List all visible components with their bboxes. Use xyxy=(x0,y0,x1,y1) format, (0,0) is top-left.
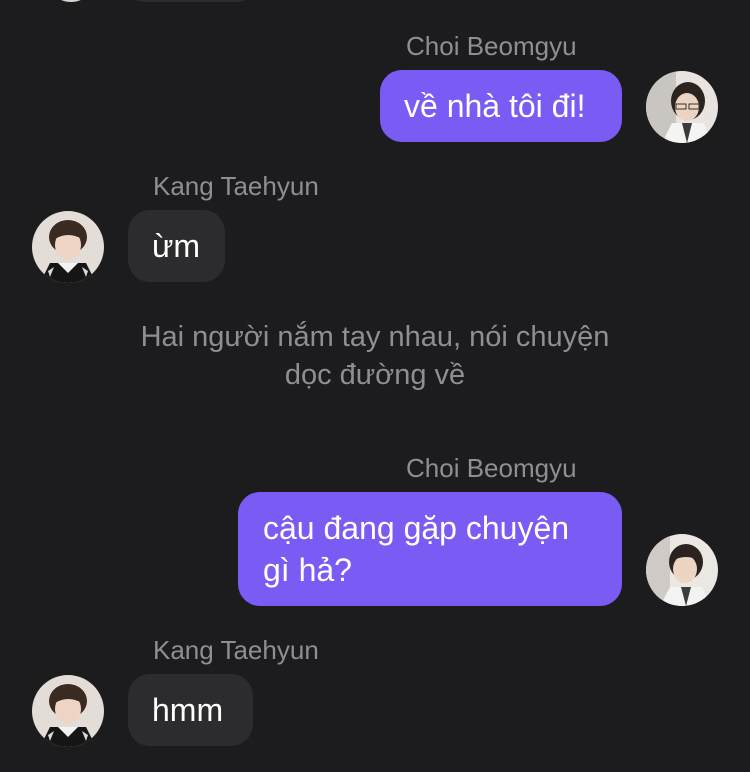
avatar[interactable] xyxy=(32,211,104,283)
profile-photo-avatar-icon xyxy=(32,675,104,747)
message-text: về nhà tôi đi! xyxy=(404,88,586,124)
profile-photo-avatar-icon xyxy=(646,534,718,606)
avatar[interactable] xyxy=(32,675,104,747)
incoming-message-bubble[interactable]: ừm xyxy=(128,210,225,282)
narration-line: dọc đường về xyxy=(284,359,466,391)
message-text: cậu đang gặp chuyện gì hả? xyxy=(263,510,570,588)
outgoing-message-bubble[interactable]: về nhà tôi đi! xyxy=(380,70,622,142)
message-text: ừm xyxy=(152,228,201,264)
profile-photo-avatar-icon xyxy=(32,211,104,283)
narration-line: Hai người nắm tay nhau, nói chuyện xyxy=(140,321,610,353)
avatar[interactable] xyxy=(646,534,718,606)
incoming-message-bubble[interactable]: hmm xyxy=(128,674,253,746)
message-text: hmm xyxy=(152,692,224,728)
outgoing-message-bubble[interactable]: cậu đang gặp chuyện gì hả? xyxy=(238,492,622,606)
avatar-cropped[interactable] xyxy=(50,0,92,2)
profile-photo-avatar-icon xyxy=(646,71,718,143)
narration-text: Hai người nắm tay nhau, nói chuyện dọc đ… xyxy=(0,318,750,394)
sender-name: Choi Beomgyu xyxy=(406,31,577,61)
chat-thread: Choi Beomgyu về nhà tôi đi! Kang Taehyun xyxy=(0,0,750,772)
sender-name: Kang Taehyun xyxy=(153,171,319,201)
bubble-cropped[interactable] xyxy=(128,0,254,2)
avatar[interactable] xyxy=(646,71,718,143)
sender-name: Choi Beomgyu xyxy=(406,453,577,483)
sender-name: Kang Taehyun xyxy=(153,635,319,665)
